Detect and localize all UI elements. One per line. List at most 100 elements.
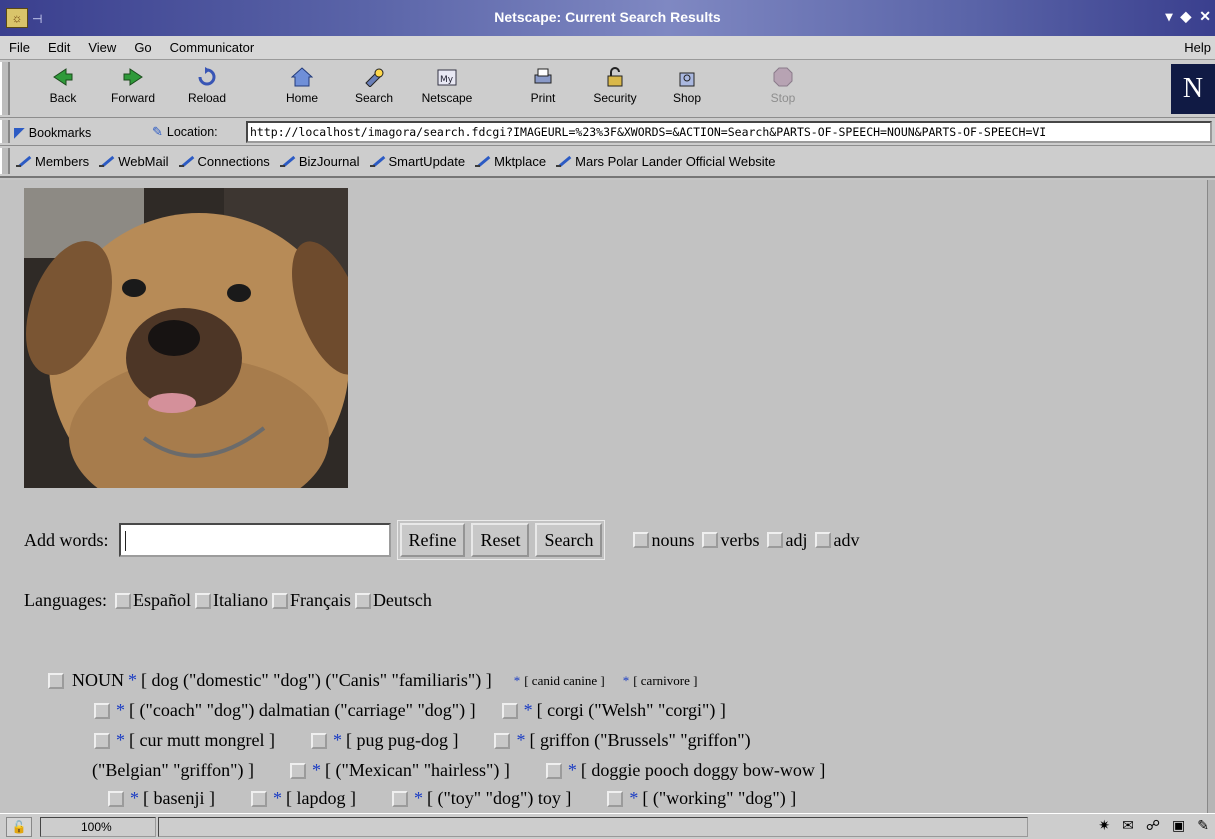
maximize-icon[interactable]: ◆: [1180, 8, 1191, 25]
star-link[interactable]: *: [524, 700, 533, 721]
star-link[interactable]: *: [623, 673, 630, 689]
print-button[interactable]: Print: [508, 66, 578, 105]
reset-button[interactable]: Reset: [471, 523, 530, 557]
synset-checkbox[interactable]: [94, 732, 110, 749]
lang-francais[interactable]: Français: [271, 590, 351, 611]
star-link[interactable]: *: [130, 788, 139, 809]
link-mars-polar-lander[interactable]: Mars Polar Lander Official Website: [556, 154, 776, 169]
composer-icon[interactable]: ▣: [1172, 817, 1185, 834]
link-connections[interactable]: Connections: [178, 154, 270, 169]
personal-toolbar-grip[interactable]: [0, 148, 10, 174]
link-bizjournal[interactable]: BizJournal: [279, 154, 360, 169]
synset-checkbox[interactable]: [501, 702, 518, 719]
lang-espanol[interactable]: Español: [114, 590, 191, 611]
home-button[interactable]: Home: [267, 66, 337, 105]
query-image: [24, 188, 348, 488]
stop-button[interactable]: Stop: [748, 66, 818, 105]
synset-checkbox[interactable]: [494, 732, 511, 749]
adj-checkbox[interactable]: [767, 532, 784, 548]
option-adj[interactable]: adj: [767, 530, 807, 551]
netscape-button[interactable]: My Netscape: [412, 66, 482, 105]
menu-communicator[interactable]: Communicator: [161, 40, 264, 55]
netscape-logo[interactable]: N: [1171, 64, 1215, 114]
link-mktplace[interactable]: Mktplace: [475, 154, 546, 169]
link-webmail[interactable]: WebMail: [99, 154, 169, 169]
menu-view[interactable]: View: [79, 40, 125, 55]
star-link[interactable]: *: [273, 788, 282, 809]
toolbar-grip[interactable]: [0, 62, 10, 115]
star-link[interactable]: *: [312, 760, 321, 781]
search-submit-button[interactable]: Search: [535, 523, 603, 557]
star-link[interactable]: *: [116, 730, 125, 751]
synset-checkbox[interactable]: [607, 790, 624, 807]
noun-checkbox[interactable]: [48, 672, 64, 689]
link-smartupdate[interactable]: SmartUpdate: [369, 154, 465, 169]
star-link[interactable]: *: [516, 730, 525, 751]
menu-edit[interactable]: Edit: [39, 40, 79, 55]
synset-toy-dog: [ ("toy" "dog") toy ]: [426, 788, 572, 808]
option-adv[interactable]: adv: [815, 530, 859, 551]
star-link[interactable]: *: [116, 700, 125, 721]
status-bar: 🔓 100% ✷ ✉ ☍ ▣ ✎: [0, 813, 1215, 839]
synset-checkbox[interactable]: [290, 762, 307, 779]
option-nouns[interactable]: nouns: [633, 530, 694, 551]
italiano-checkbox[interactable]: [194, 592, 211, 609]
back-button[interactable]: Back: [28, 66, 98, 105]
star-link[interactable]: *: [568, 760, 577, 781]
synset-checkbox[interactable]: [545, 762, 562, 779]
synset-checkbox[interactable]: [391, 790, 408, 807]
synset-checkbox[interactable]: [310, 732, 327, 749]
add-words-input[interactable]: [118, 523, 391, 557]
close-icon[interactable]: ✕: [1199, 8, 1211, 25]
option-verbs[interactable]: verbs: [702, 530, 759, 551]
deutsch-checkbox[interactable]: [354, 592, 371, 609]
zoom-level: 100%: [40, 817, 156, 837]
status-message: [158, 817, 1028, 837]
search-button[interactable]: Search: [339, 66, 409, 105]
bookmark-icon: [99, 154, 115, 168]
synset-checkbox[interactable]: [250, 790, 267, 807]
synset-checkbox[interactable]: [94, 702, 110, 719]
menu-file[interactable]: File: [0, 40, 39, 55]
star-link[interactable]: *: [333, 730, 342, 751]
forward-arrow-icon: [120, 66, 146, 88]
francais-checkbox[interactable]: [271, 592, 288, 609]
languages-row: Languages: Español Italiano Français Deu…: [24, 590, 432, 611]
security-status-icon[interactable]: 🔓: [6, 817, 32, 837]
reload-button[interactable]: Reload: [172, 66, 242, 105]
refine-button[interactable]: Refine: [399, 523, 466, 557]
minimize-icon[interactable]: ▾: [1165, 8, 1172, 25]
mail-icon[interactable]: ✉: [1122, 817, 1134, 834]
star-link[interactable]: *: [514, 673, 521, 689]
add-words-label: Add words:: [24, 529, 109, 550]
lang-italiano[interactable]: Italiano: [194, 590, 268, 611]
nouns-checkbox[interactable]: [633, 532, 650, 548]
result-line-noun: NOUN * [ dog ("domestic" "dog") ("Canis"…: [48, 670, 697, 691]
forward-button[interactable]: Forward: [98, 66, 168, 105]
personal-toolbar: Members WebMail Connections BizJournal S…: [0, 146, 1215, 178]
menu-help[interactable]: Help: [1184, 40, 1211, 55]
synset-griffon: [ griffon ("Brussels" "griffon"): [529, 730, 751, 750]
discussions-icon[interactable]: ☍: [1146, 817, 1160, 834]
page-proxy-icon[interactable]: ✎: [152, 124, 163, 140]
vertical-scrollbar[interactable]: [1207, 180, 1215, 813]
navigator-icon[interactable]: ✷: [1098, 817, 1110, 834]
security-button[interactable]: Security: [580, 66, 650, 105]
pen-icon[interactable]: ✎: [1197, 817, 1209, 834]
lang-deutsch[interactable]: Deutsch: [354, 590, 432, 611]
adv-checkbox[interactable]: [815, 532, 832, 548]
verbs-checkbox[interactable]: [702, 532, 719, 548]
bookmarks-button[interactable]: ◤ Bookmarks: [14, 124, 91, 141]
synset-lapdog: [ lapdog ]: [285, 788, 356, 808]
star-link[interactable]: *: [128, 670, 137, 691]
bookmark-icon: [279, 154, 296, 168]
menu-go[interactable]: Go: [125, 40, 160, 55]
shop-button[interactable]: Shop: [652, 66, 722, 105]
synset-checkbox[interactable]: [108, 790, 124, 807]
location-url-field[interactable]: http://localhost/imagora/search.fdcgi?IM…: [246, 121, 1212, 143]
location-toolbar-grip[interactable]: [0, 120, 10, 143]
star-link[interactable]: *: [629, 788, 638, 809]
link-members[interactable]: Members: [16, 154, 89, 169]
star-link[interactable]: *: [414, 788, 423, 809]
espanol-checkbox[interactable]: [114, 592, 131, 609]
